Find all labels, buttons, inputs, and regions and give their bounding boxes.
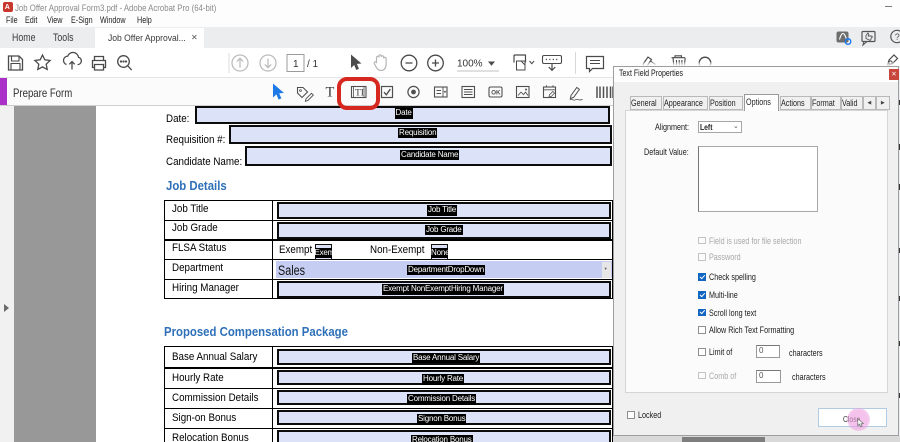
svg-text:1: 1 — [293, 59, 299, 70]
svg-text:100%: 100% — [457, 59, 483, 70]
svg-text:?: ? — [895, 32, 900, 42]
svg-text:/ 1: / 1 — [307, 59, 319, 70]
svg-text:OK: OK — [491, 90, 501, 97]
svg-text:T: T — [326, 85, 335, 101]
